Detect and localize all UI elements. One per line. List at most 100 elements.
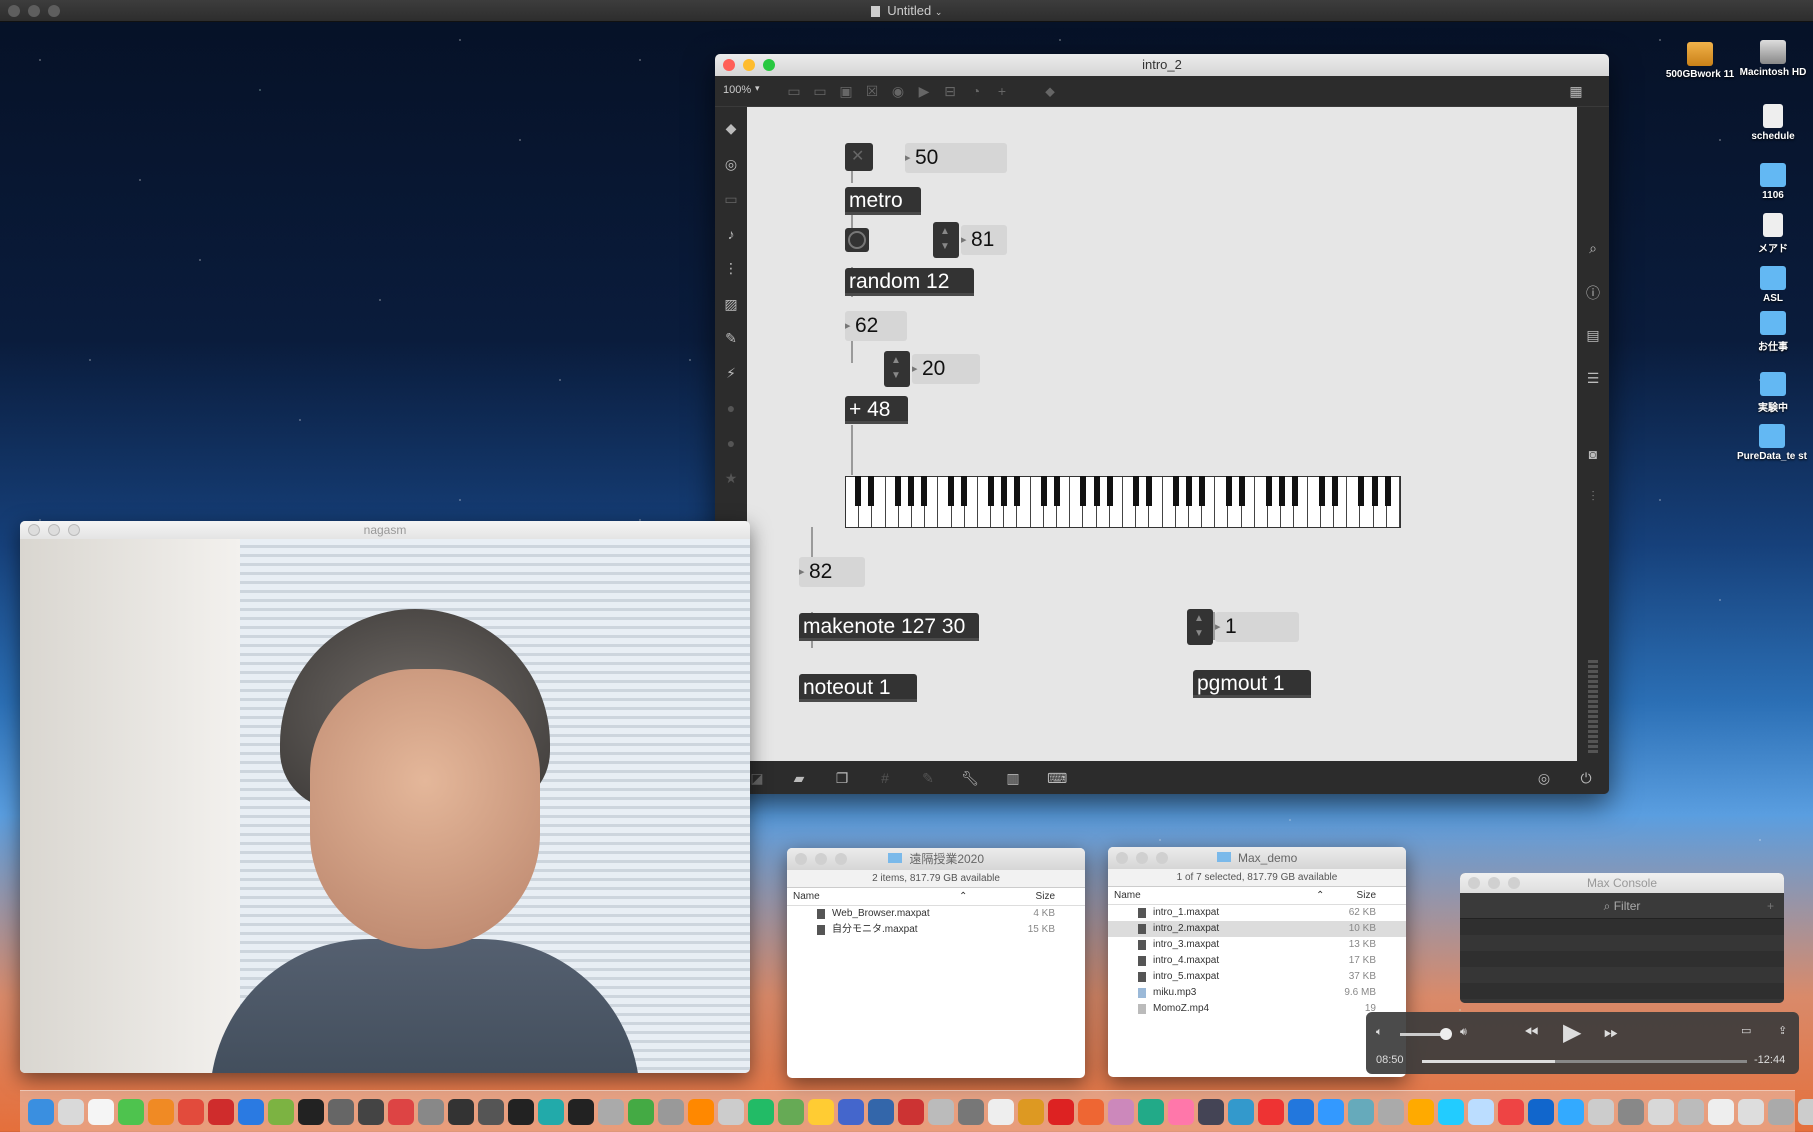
desktop-icon-schedule[interactable]: schedule [1728, 104, 1813, 142]
piano-black-key[interactable] [1265, 476, 1272, 506]
clip-icon[interactable]: ⋮ [722, 259, 740, 277]
snap-icon[interactable]: ✎ [919, 769, 937, 787]
presentation-mode-icon[interactable]: ◪ [748, 769, 766, 787]
dock-app-icon[interactable] [88, 1098, 114, 1125]
dock-app-icon[interactable] [1288, 1098, 1314, 1125]
dock-app-icon[interactable] [1588, 1098, 1614, 1125]
paint-icon[interactable]: ⬥ [1041, 82, 1059, 100]
dock-app-icon[interactable] [28, 1098, 54, 1125]
info-icon[interactable]: ⓘ [1584, 284, 1602, 302]
dock-app-icon[interactable] [1348, 1098, 1374, 1125]
name-column-header[interactable]: Name [793, 888, 820, 906]
dock-app-icon[interactable] [1408, 1098, 1434, 1125]
dock-app-icon[interactable] [1258, 1098, 1284, 1125]
slider-icon[interactable]: ⊟ [941, 82, 959, 100]
dock-app-icon[interactable] [538, 1098, 564, 1125]
dock-app-icon[interactable] [1048, 1098, 1074, 1125]
piano-black-key[interactable] [855, 476, 862, 506]
chevron-up-icon[interactable]: ⌃ [959, 888, 967, 906]
bang[interactable] [845, 228, 869, 252]
piano-black-key[interactable] [1225, 476, 1232, 506]
piano-black-key[interactable] [908, 476, 915, 506]
dock-app-icon[interactable] [58, 1098, 84, 1125]
list-item[interactable]: intro_4.maxpat 17 KB [1108, 953, 1406, 969]
search-icon[interactable]: ⌕ [1584, 239, 1602, 257]
dial-icon[interactable]: ◔ [967, 82, 985, 100]
object-icon[interactable]: ▭ [811, 82, 829, 100]
patch-cord[interactable] [851, 425, 853, 475]
piano-black-key[interactable] [1318, 476, 1325, 506]
dock-app-icon[interactable] [568, 1098, 594, 1125]
piano-black-key[interactable] [947, 476, 954, 506]
dock-app-icon[interactable] [1678, 1098, 1704, 1125]
grid-icon[interactable]: ▦ [1567, 82, 1585, 100]
piano-black-key[interactable] [1358, 476, 1365, 506]
size-column-header[interactable]: Size [1357, 887, 1376, 905]
grid-icon[interactable]: # [876, 769, 894, 787]
dock-app-icon[interactable] [628, 1098, 654, 1125]
dock-app-icon[interactable] [1108, 1098, 1134, 1125]
mixer-icon[interactable]: ▭ [722, 190, 740, 208]
dock-app-icon[interactable] [898, 1098, 924, 1125]
kslider-black-keys[interactable] [845, 476, 1401, 506]
desktop-icon-oshigoto[interactable]: お仕事 [1728, 311, 1813, 353]
share-icon[interactable]: ⇪ [1778, 1024, 1787, 1037]
piano-black-key[interactable] [1093, 476, 1100, 506]
zoom-level[interactable]: 100% [723, 84, 751, 96]
app-title[interactable]: Untitled [887, 3, 931, 18]
desktop-icon-meado[interactable]: メアド [1728, 213, 1813, 255]
add-icon[interactable]: + [993, 82, 1011, 100]
number-stepper[interactable]: ▲ ▼ [933, 222, 959, 258]
star-icon[interactable]: ★ [722, 469, 740, 487]
dock-app-icon[interactable] [1438, 1098, 1464, 1125]
piano-black-key[interactable] [1172, 476, 1179, 506]
metro-rate-number[interactable]: 50 [905, 143, 1007, 173]
music-icon[interactable]: ♪ [722, 225, 740, 243]
dock-app-icon[interactable] [1198, 1098, 1224, 1125]
desktop-icon-asl[interactable]: ASL [1728, 266, 1813, 304]
dock-app-icon[interactable] [1018, 1098, 1044, 1125]
desktop-icon-macintosh-hd[interactable]: Macintosh HD [1728, 40, 1813, 78]
piano-black-key[interactable] [1014, 476, 1021, 506]
keyboard-icon[interactable]: ⌨ [1047, 769, 1067, 787]
dock-app-icon[interactable] [1528, 1098, 1554, 1125]
dock-app-icon[interactable] [238, 1098, 264, 1125]
message-icon[interactable]: ▶ [915, 82, 933, 100]
volume-knob[interactable] [1440, 1028, 1452, 1040]
window-controls[interactable] [28, 524, 80, 536]
zoom-button[interactable] [763, 59, 775, 71]
patcher-canvas[interactable]: ✕ 50 metro ▲ ▼ 81 random 12 62 ▲ ▼ 20 + … [747, 107, 1577, 761]
dock-app-icon[interactable] [118, 1098, 144, 1125]
help-icon[interactable]: ● [722, 434, 740, 452]
dock-app-icon[interactable] [1138, 1098, 1164, 1125]
dock-app-icon[interactable] [1618, 1098, 1644, 1125]
piano-black-key[interactable] [1331, 476, 1338, 506]
close-button[interactable] [723, 59, 735, 71]
dock-app-icon[interactable] [1648, 1098, 1674, 1125]
metro-object[interactable]: metro [845, 187, 921, 215]
button-icon[interactable]: ◉ [889, 82, 907, 100]
list-item[interactable]: intro_1.maxpat 62 KB [1108, 905, 1406, 921]
airplay-icon[interactable]: ▭ [1741, 1024, 1751, 1037]
chevron-down-icon[interactable]: ⌄ [935, 7, 943, 17]
dock-app-icon[interactable] [508, 1098, 534, 1125]
dock-app-icon[interactable] [1498, 1098, 1524, 1125]
dock-app-icon[interactable] [958, 1098, 984, 1125]
dock-app-icon[interactable] [1168, 1098, 1194, 1125]
piano-black-key[interactable] [921, 476, 928, 506]
note-number[interactable]: 82 [799, 557, 865, 587]
fast-forward-icon[interactable]: ⏩︎ [1604, 1022, 1618, 1043]
console-filter-field[interactable]: ⌕ Filter + [1460, 893, 1784, 919]
dock-app-icon[interactable] [748, 1098, 774, 1125]
chevron-down-icon[interactable]: ▾ [755, 83, 760, 94]
dock-app-icon[interactable] [928, 1098, 954, 1125]
piano-black-key[interactable] [1106, 476, 1113, 506]
dock-app-icon[interactable] [1318, 1098, 1344, 1125]
size-column-header[interactable]: Size [1036, 888, 1055, 906]
pgmout-object[interactable]: pgmout 1 [1193, 670, 1311, 698]
window-controls[interactable] [1116, 852, 1168, 864]
window-controls[interactable] [723, 59, 775, 71]
dock-app-icon[interactable] [1738, 1098, 1764, 1125]
dock-app-icon[interactable] [808, 1098, 834, 1125]
reference-icon[interactable]: ▤ [1584, 326, 1602, 344]
